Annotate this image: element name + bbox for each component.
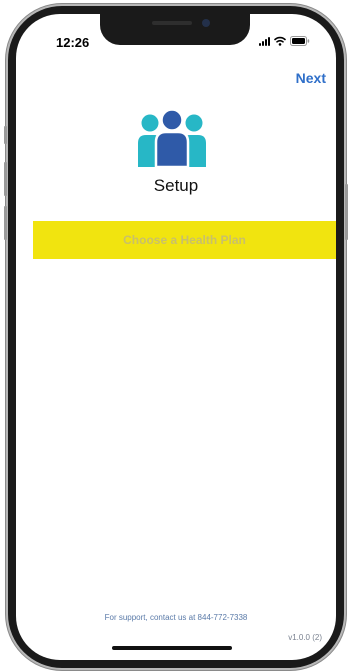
wifi-icon	[274, 36, 286, 46]
choose-health-plan-button[interactable]: Choose a Health Plan	[33, 221, 336, 259]
users-group-icon	[135, 108, 209, 169]
volume-down-button	[4, 206, 7, 240]
silent-switch	[4, 126, 7, 144]
support-text: For support, contact us at 844-772-7338	[104, 613, 248, 622]
notch	[100, 14, 250, 45]
next-button[interactable]: Next	[296, 70, 326, 86]
app-screen: 12:26 Next Setup Choose a Health Plan Fo…	[16, 14, 336, 660]
home-indicator[interactable]	[112, 646, 232, 650]
status-icons	[259, 36, 310, 46]
version-label: v1.0.0 (2)	[288, 633, 322, 642]
battery-icon	[290, 36, 310, 46]
choose-health-plan-label: Choose a Health Plan	[123, 233, 246, 247]
front-camera	[202, 19, 210, 27]
power-button	[345, 184, 348, 240]
status-time: 12:26	[56, 35, 90, 50]
cellular-signal-icon	[259, 37, 270, 46]
page-title: Setup	[153, 176, 199, 195]
speaker	[152, 21, 192, 25]
volume-up-button	[4, 162, 7, 196]
